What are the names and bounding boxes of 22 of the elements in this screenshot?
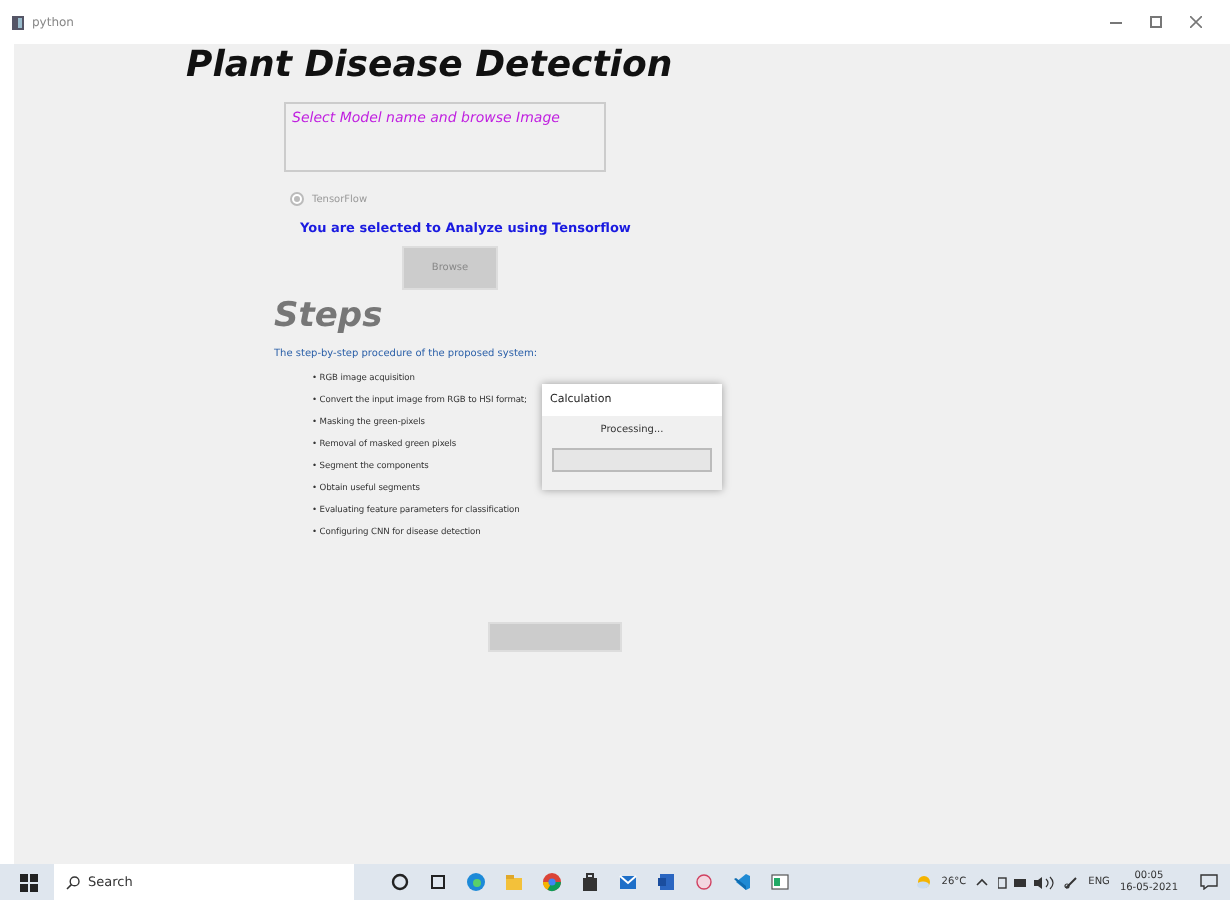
app-icon: [12, 15, 24, 29]
windows-icon[interactable]: [20, 873, 38, 891]
circle-icon[interactable]: [390, 872, 410, 892]
tray-icons-drawing[interactable]: [998, 875, 1055, 889]
code-editor-icon[interactable]: [732, 872, 752, 892]
shopping-bag-icon[interactable]: [580, 872, 600, 892]
browser-icon[interactable]: [466, 872, 486, 892]
maximize-icon[interactable]: [1150, 16, 1162, 28]
search-icon: [66, 875, 80, 889]
chrome-icon[interactable]: [542, 872, 562, 892]
task-view-icon[interactable]: [428, 872, 448, 892]
paint-icon[interactable]: [694, 872, 714, 892]
steps-heading: Steps: [274, 296, 383, 336]
chevron-up-icon[interactable]: [976, 878, 989, 886]
document-icon[interactable]: [656, 872, 676, 892]
notification-icon[interactable]: [1200, 874, 1218, 890]
app-heading: Plant Disease Detection: [186, 44, 675, 88]
pen-icon[interactable]: [1064, 875, 1079, 889]
mail-icon[interactable]: [618, 872, 638, 892]
window-icon[interactable]: [770, 872, 790, 892]
close-icon[interactable]: [1190, 16, 1202, 28]
minimize-icon[interactable]: [1110, 21, 1122, 23]
